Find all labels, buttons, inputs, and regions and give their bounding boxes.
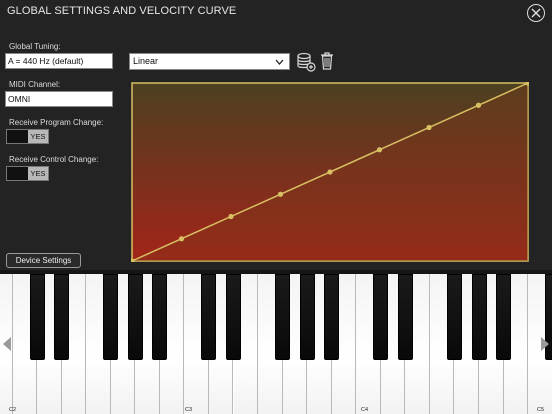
curve-point[interactable] bbox=[277, 191, 284, 197]
black-key[interactable] bbox=[299, 274, 315, 360]
midi-channel-field[interactable]: OMNI bbox=[5, 91, 113, 107]
close-icon bbox=[531, 8, 541, 18]
control-change-toggle[interactable]: YES bbox=[6, 166, 49, 181]
scroll-right-icon[interactable] bbox=[540, 336, 550, 352]
black-key[interactable] bbox=[127, 274, 143, 360]
black-key[interactable] bbox=[471, 274, 487, 360]
black-key[interactable] bbox=[397, 274, 413, 360]
global-tuning-label: Global Tuning: bbox=[9, 42, 61, 51]
note-label: C3 bbox=[185, 407, 193, 413]
note-label: C5 bbox=[537, 407, 545, 413]
black-key[interactable] bbox=[103, 274, 119, 360]
database-add-icon[interactable] bbox=[296, 52, 316, 72]
black-key[interactable] bbox=[275, 274, 291, 360]
black-key[interactable] bbox=[201, 274, 217, 360]
black-key[interactable] bbox=[152, 274, 168, 360]
device-settings-button[interactable]: Device Settings bbox=[6, 253, 81, 268]
chevron-down-icon bbox=[275, 59, 284, 65]
curve-point[interactable] bbox=[376, 147, 383, 153]
curve-point[interactable] bbox=[475, 102, 482, 108]
midi-channel-label: MIDI Channel: bbox=[9, 80, 61, 89]
black-key[interactable] bbox=[446, 274, 462, 360]
black-key[interactable] bbox=[373, 274, 389, 360]
curve-preset-value: Linear bbox=[133, 56, 159, 66]
black-key[interactable] bbox=[226, 274, 241, 360]
toggle-yes-label: YES bbox=[28, 130, 48, 143]
velocity-curve-graph[interactable] bbox=[131, 82, 529, 262]
program-change-label: Receive Program Change: bbox=[9, 118, 104, 127]
trash-icon[interactable] bbox=[320, 52, 334, 70]
program-change-toggle[interactable]: YES bbox=[6, 129, 49, 144]
page-title: GLOBAL SETTINGS AND VELOCITY CURVE bbox=[7, 5, 237, 17]
piano-keyboard[interactable]: C2 C3 C4 C5 bbox=[0, 274, 552, 414]
curve-point[interactable] bbox=[228, 213, 234, 220]
global-tuning-field[interactable]: A = 440 Hz (default) bbox=[5, 53, 113, 69]
scroll-left-icon[interactable] bbox=[2, 336, 12, 352]
toggle-knob bbox=[7, 167, 29, 180]
black-key[interactable] bbox=[496, 274, 512, 360]
note-label: C4 bbox=[361, 407, 369, 413]
black-key[interactable] bbox=[54, 274, 70, 360]
control-change-label: Receive Control Change: bbox=[9, 155, 99, 164]
curve-preset-select[interactable]: Linear bbox=[129, 53, 290, 70]
curve-point[interactable] bbox=[327, 169, 333, 175]
toggle-knob bbox=[7, 130, 29, 143]
note-label: C2 bbox=[9, 407, 17, 413]
close-button[interactable] bbox=[527, 4, 545, 22]
toggle-yes-label: YES bbox=[28, 167, 48, 180]
curve-point[interactable] bbox=[178, 236, 185, 242]
curve-point[interactable] bbox=[426, 124, 432, 131]
black-key[interactable] bbox=[324, 274, 340, 360]
black-key[interactable] bbox=[29, 274, 45, 360]
